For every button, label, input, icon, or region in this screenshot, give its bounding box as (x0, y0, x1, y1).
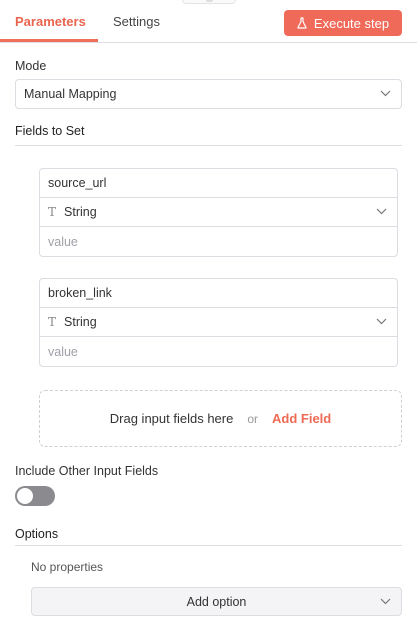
execute-step-label: Execute step (313, 15, 390, 31)
execute-step-button[interactable]: Execute step (284, 10, 402, 36)
drop-zone[interactable]: Drag input fields here or Add Field (39, 390, 402, 447)
add-field-link[interactable]: Add Field (272, 411, 331, 426)
flask-icon (297, 17, 307, 29)
tab-parameters[interactable]: Parameters (15, 14, 86, 29)
mode-select-value: Manual Mapping (24, 87, 117, 101)
drop-zone-or: or (247, 411, 259, 426)
active-tab-indicator (0, 39, 98, 42)
options-label: Options (15, 527, 59, 541)
add-option-label: Add option (186, 594, 247, 609)
chevron-down-icon (376, 318, 387, 325)
section-divider (15, 145, 402, 146)
text-type-icon: T (48, 205, 57, 219)
field-name-text: source_url (48, 176, 107, 190)
field-type-text: String (64, 315, 97, 329)
chevron-down-icon (376, 208, 387, 215)
field-value-placeholder: value (48, 234, 78, 249)
no-properties-text: No properties (31, 560, 104, 574)
include-other-toggle[interactable] (15, 486, 55, 506)
tab-settings[interactable]: Settings (113, 14, 160, 29)
field-value-input[interactable]: value (40, 227, 397, 256)
mode-label: Mode (15, 59, 47, 73)
field-name-input[interactable]: source_url (40, 169, 397, 198)
field-type-select[interactable]: T String (40, 308, 397, 337)
fields-to-set-label: Fields to Set (15, 124, 85, 138)
field-type-select[interactable]: T String (40, 198, 397, 227)
field-name-input[interactable]: broken_link (40, 279, 397, 308)
field-value-placeholder: value (48, 344, 78, 359)
field-name-text: broken_link (48, 286, 112, 300)
chevron-down-icon (380, 90, 391, 97)
section-divider (15, 545, 402, 546)
chevron-down-icon (380, 598, 391, 604)
add-option-select[interactable]: Add option (31, 587, 402, 616)
drop-zone-text: Drag input fields here (109, 411, 234, 426)
field-card-2: broken_link T String value (39, 278, 398, 367)
field-value-input[interactable]: value (40, 337, 397, 366)
text-type-icon: T (48, 315, 57, 329)
tab-bar: Parameters Settings Execute step (0, 0, 417, 43)
include-other-label: Include Other Input Fields (15, 464, 159, 478)
field-card-1: source_url T String value (39, 168, 398, 257)
mode-select[interactable]: Manual Mapping (15, 79, 402, 109)
toggle-knob (17, 488, 33, 504)
field-type-text: String (64, 205, 97, 219)
